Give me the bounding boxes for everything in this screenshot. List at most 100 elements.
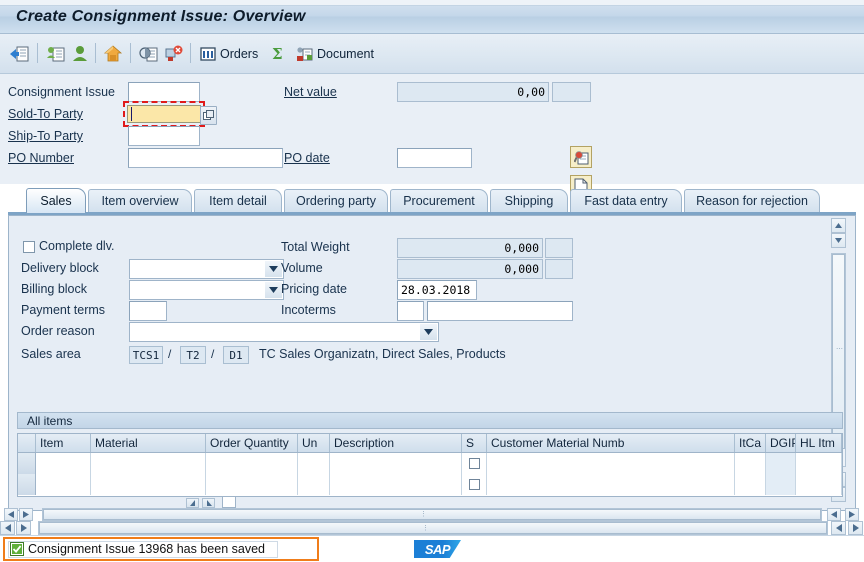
cell-s[interactable] [462, 474, 487, 495]
po-date-input[interactable] [397, 148, 472, 168]
inner-scroll-down-button[interactable] [831, 233, 846, 248]
inner-horizontal-scrollbar[interactable]: ⋮ [42, 508, 822, 521]
cell-hl-itm[interactable] [796, 474, 842, 495]
orders-label: Orders [220, 47, 259, 61]
window-hscroll-left-button[interactable] [0, 521, 15, 535]
cell-description[interactable] [330, 474, 462, 495]
document-flow-icon [296, 46, 313, 63]
column-header-description[interactable]: Description [330, 434, 462, 452]
tab-sales[interactable]: Sales [26, 188, 86, 213]
pricing-date-input[interactable] [397, 280, 477, 300]
inner-hscroll-right-button-2[interactable] [845, 508, 859, 521]
column-header-un[interactable]: Un [298, 434, 330, 452]
distribution-channel-value: T2 [180, 346, 206, 364]
net-value-label: Net value [284, 85, 337, 99]
all-items-group-header: All items [17, 412, 843, 429]
toolbar-separator-1 [37, 43, 38, 63]
tab-shipping[interactable]: Shipping [490, 189, 568, 212]
tab-fast-data-entry[interactable]: Fast data entry [570, 189, 682, 212]
tab-ordering-party[interactable]: Ordering party [284, 189, 388, 212]
cell-itca[interactable] [735, 453, 766, 474]
window-hscroll-left-button-2[interactable] [831, 521, 846, 535]
row-checkbox[interactable] [468, 479, 480, 490]
pricing-date-label: Pricing date [281, 282, 348, 296]
tab-item-overview[interactable]: Item overview [88, 189, 192, 212]
cell-description[interactable] [330, 453, 462, 474]
cell-s[interactable] [462, 453, 487, 474]
column-header-material[interactable]: Material [91, 434, 206, 452]
cell-customer-material-numb[interactable] [487, 453, 735, 474]
incoterms-text-input[interactable] [427, 301, 573, 321]
display-doc-header-button[interactable] [570, 146, 592, 168]
grid-prev-row-button[interactable] [186, 498, 199, 508]
back-exit-button[interactable] [10, 42, 30, 66]
cell-order-quantity[interactable] [206, 474, 298, 495]
row-selector-cell[interactable] [18, 453, 36, 474]
column-header-hl-itm[interactable]: HL Itm [796, 434, 842, 452]
row-selector-cell[interactable] [18, 474, 36, 495]
document-button[interactable]: Document [296, 42, 374, 66]
consignment-issue-input[interactable] [128, 82, 200, 102]
delivery-block-select[interactable] [129, 259, 284, 279]
cell-material[interactable] [91, 474, 206, 495]
sales-area-label: Sales area [21, 347, 81, 361]
cell-customer-material-numb[interactable] [487, 474, 735, 495]
tab-reason-for-rejection[interactable]: Reason for rejection [684, 189, 820, 212]
row-checkbox[interactable] [468, 458, 480, 469]
window-hscroll-right-button[interactable] [16, 521, 31, 535]
payment-terms-label: Payment terms [21, 303, 106, 317]
grid-next-row-button[interactable] [202, 498, 215, 508]
row-selector-header[interactable] [18, 434, 36, 452]
column-header-item[interactable]: Item [36, 434, 91, 452]
home-button[interactable] [103, 42, 123, 66]
inner-hscroll-left-button[interactable] [4, 508, 18, 521]
incoterms-code-input[interactable] [397, 301, 424, 321]
column-header-dgip[interactable]: DGIP [766, 434, 796, 452]
cell-itca[interactable] [735, 474, 766, 495]
incompletion-log-button[interactable] [139, 42, 159, 66]
orders-button[interactable]: Orders [200, 42, 258, 66]
column-header-itca[interactable]: ItCa [735, 434, 766, 452]
cell-material[interactable] [91, 453, 206, 474]
table-row[interactable] [18, 474, 842, 495]
tab-procurement[interactable]: Procurement [390, 189, 488, 212]
billing-block-select[interactable] [129, 280, 284, 300]
cell-order-quantity[interactable] [206, 453, 298, 474]
display-document-button[interactable] [46, 42, 66, 66]
cell-hl-itm[interactable] [796, 453, 842, 474]
po-number-input[interactable] [128, 148, 283, 168]
sold-to-party-label: Sold-To Party [8, 107, 84, 121]
cell-un[interactable] [298, 474, 330, 495]
cell-item[interactable] [36, 474, 91, 495]
reject-document-button[interactable] [163, 42, 183, 66]
payment-terms-input[interactable] [129, 301, 167, 321]
ship-to-party-input[interactable] [128, 126, 200, 146]
window-horizontal-scroll-thumb[interactable]: ⋮ [39, 522, 827, 534]
volume-unit-output [545, 259, 573, 279]
column-header-s[interactable]: S [462, 434, 487, 452]
inner-horizontal-scroll-thumb[interactable]: ⋮ [43, 509, 821, 520]
sold-to-party-matchcode-button[interactable] [200, 106, 217, 125]
inner-scroll-up-button[interactable] [831, 218, 846, 233]
tab-item-detail[interactable]: Item detail [194, 189, 282, 212]
column-header-customer-material-numb[interactable]: Customer Material Numb [487, 434, 735, 452]
cell-dgip[interactable] [766, 453, 796, 474]
grid-selection-box[interactable] [222, 496, 236, 508]
partner-button[interactable] [70, 42, 90, 66]
cell-un[interactable] [298, 453, 330, 474]
complete-dlv-checkbox[interactable] [23, 241, 35, 253]
division-value: D1 [223, 346, 249, 364]
sum-button[interactable]: Σ [270, 42, 288, 66]
inner-hscroll-left-button-2[interactable] [827, 508, 841, 521]
cell-dgip[interactable] [766, 474, 796, 495]
window-horizontal-scrollbar[interactable]: ⋮ [38, 521, 828, 535]
order-reason-select[interactable] [129, 322, 439, 342]
cell-item[interactable] [36, 453, 91, 474]
all-items-title: All items [27, 413, 73, 428]
column-header-order-quantity[interactable]: Order Quantity [206, 434, 298, 452]
inner-hscroll-right-button[interactable] [19, 508, 33, 521]
sold-to-party-input[interactable] [127, 105, 201, 123]
total-weight-output [397, 238, 543, 258]
table-row[interactable] [18, 453, 842, 474]
window-hscroll-right-button-2[interactable] [848, 521, 863, 535]
